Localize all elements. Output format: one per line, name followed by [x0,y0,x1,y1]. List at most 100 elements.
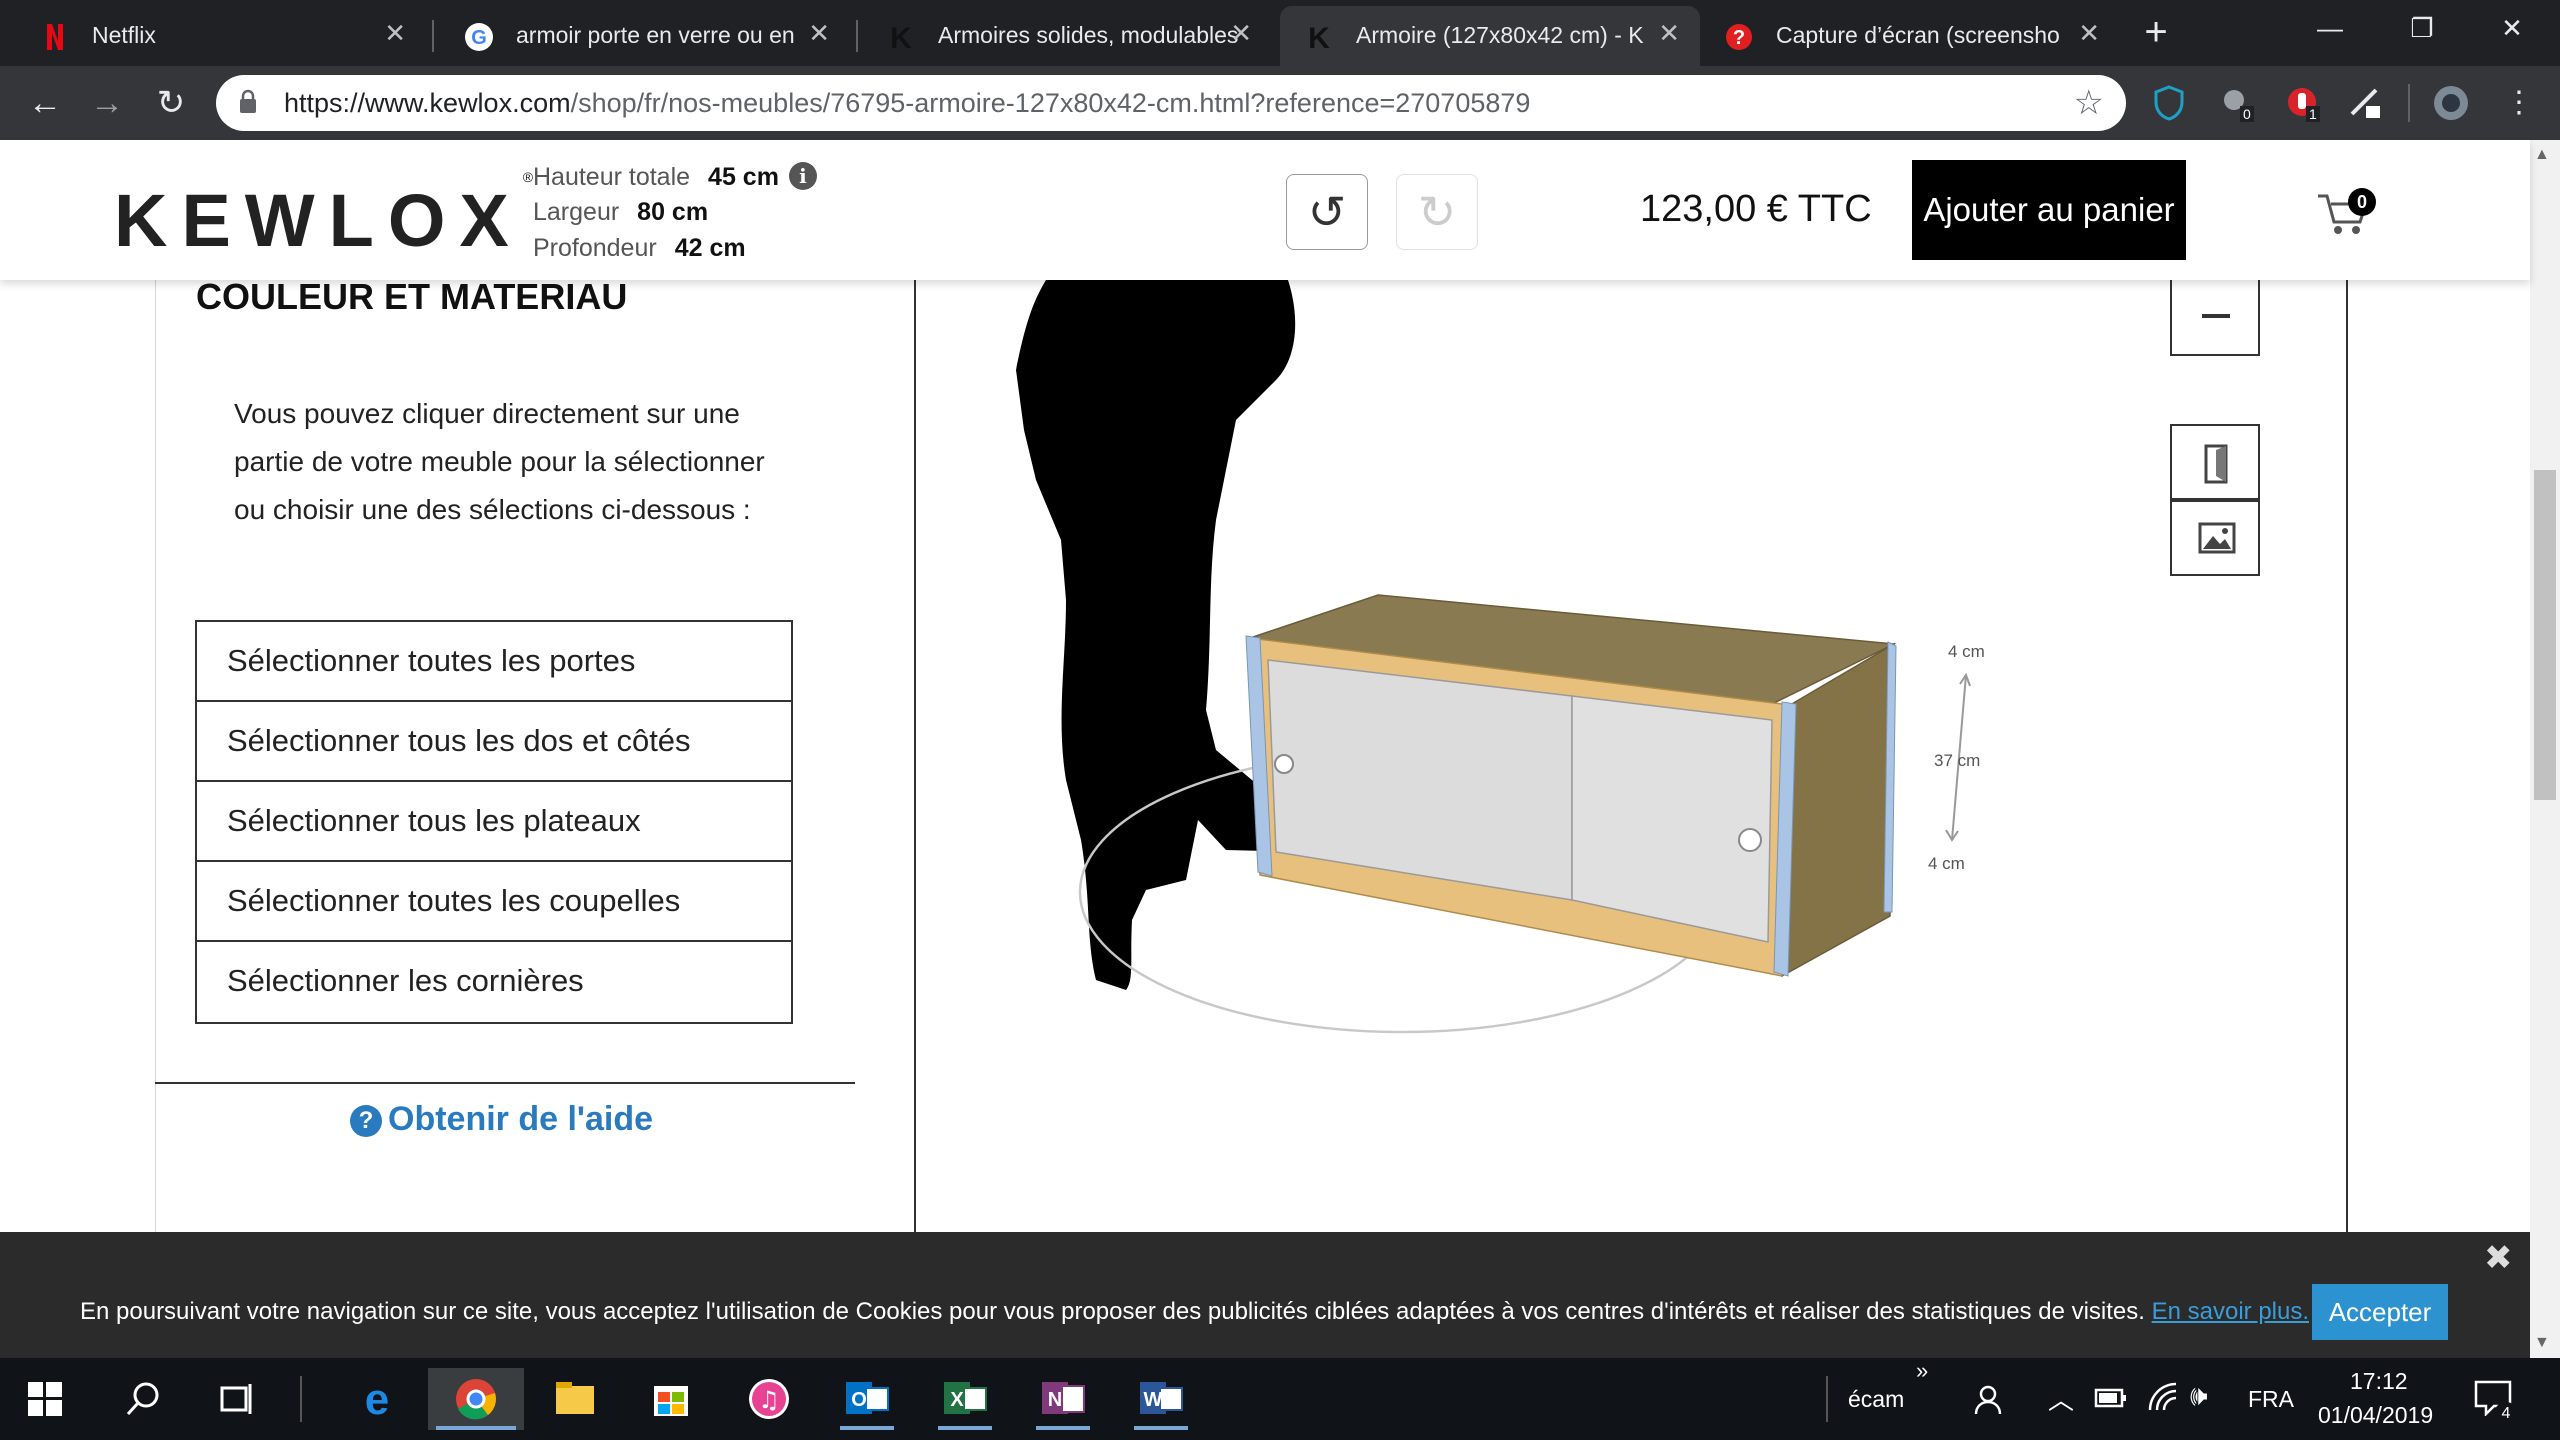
search-toolbar-label[interactable]: écam [1848,1386,1904,1413]
dimension-value: 42 cm [674,234,746,262]
registered-mark: ® [522,169,534,186]
dimension-value: 45 cm [708,163,779,191]
redo-button[interactable]: ↻ [1396,174,1478,250]
address-bar[interactable]: https://www.kewlox.com/shop/fr/nos-meubl… [216,75,2126,131]
pen-extension-icon[interactable] [2346,84,2384,122]
divider [155,1082,855,1084]
zoom-out-button[interactable] [2170,280,2260,356]
info-icon[interactable]: i [788,162,817,190]
help-question-icon: ? [1726,24,1752,50]
battery-icon[interactable] [2094,1386,2128,1410]
cookie-banner: ✖ En poursuivant votre navigation sur ce… [0,1232,2530,1358]
door-icon [2204,444,2228,484]
language-indicator[interactable]: FRA [2248,1386,2294,1413]
svg-text:K: K [890,22,912,52]
reload-icon[interactable]: ↻ [146,78,196,128]
forward-arrow-icon[interactable]: → [82,78,132,128]
scrollbar-thumb[interactable] [2534,470,2556,800]
undo-button[interactable]: ↺ [1286,174,1368,250]
profile-avatar-icon[interactable] [2432,84,2470,122]
bookmark-star-icon[interactable]: ☆ [2074,83,2104,123]
scroll-up-arrow-icon[interactable]: ▲ [2534,146,2550,164]
image-icon [2198,522,2236,554]
windows-start-icon[interactable] [28,1382,62,1416]
lock-icon [240,89,256,113]
cookie-text: En poursuivant votre navigation sur ce s… [80,1298,2309,1326]
chrome-browser-icon[interactable] [428,1368,524,1430]
clock-time[interactable]: 17:12 [2350,1368,2408,1395]
tab-kewlox-armoires[interactable]: K Armoires solides, modulables ✕ [862,6,1272,66]
word-icon[interactable]: W [1126,1368,1196,1430]
logo-text: KEWLOX [114,179,523,262]
door-view-button[interactable] [2170,424,2260,500]
close-window-icon[interactable]: ✕ [2482,8,2542,48]
svg-text:e: e [365,1375,389,1424]
itunes-icon[interactable]: ♫ [734,1368,804,1430]
tab-google-search[interactable]: G armoir porte en verre ou en ✕ [440,6,850,66]
select-backs-sides-button[interactable]: Sélectionner tous les dos et côtés [197,702,791,782]
extension-badge: 0 [2240,106,2254,122]
tab-close-icon[interactable]: ✕ [384,18,406,49]
people-icon[interactable] [1974,1382,2010,1416]
tab-close-icon[interactable]: ✕ [2078,18,2100,49]
netflix-logo-icon [47,24,63,50]
dimension-width: Largeur 80 cm [533,198,708,227]
toolbar-chevron[interactable]: » [1916,1358,1928,1384]
microsoft-store-icon[interactable] [636,1368,706,1430]
help-link[interactable]: ? Obtenir de l'aide [350,1100,653,1139]
search-icon[interactable] [124,1380,162,1418]
back-arrow-icon[interactable]: ← [20,78,70,128]
new-tab-plus-icon[interactable]: + [2136,12,2176,54]
volume-icon[interactable]: 🕪 [2190,1380,2208,1413]
kewlox-k-logo-icon: K [890,22,912,52]
menu-kebab-icon[interactable]: ⋮ [2494,78,2544,128]
url-path: /shop/fr/nos-meubles/76795-armoire-127x8… [570,88,1531,118]
tab-close-icon[interactable]: ✕ [1230,18,1252,49]
extension-badge: 1 [2306,106,2320,122]
shield-extension-icon[interactable] [2150,84,2188,122]
dimension-label: Hauteur totale [533,163,691,191]
chevron-up-icon[interactable]: ︿ [2048,1380,2074,1417]
dimension-label-bottom: 4 cm [1928,854,1965,873]
kewlox-logo[interactable]: KEWLOX® [114,169,533,263]
svg-text:X: X [950,1389,964,1411]
door-knob-left [1274,754,1294,774]
onenote-icon[interactable]: N [1028,1368,1098,1430]
adblock-stop-icon[interactable]: 1 [2284,84,2322,122]
3d-scene[interactable]: 4 cm 37 cm 4 cm [916,280,2346,1232]
taskbar-divider [1826,1376,1828,1422]
door-knob-right [1738,828,1762,852]
cabinet-door-right[interactable] [1571,695,1773,943]
task-view-icon[interactable] [218,1382,254,1416]
svg-text:G: G [471,27,487,49]
dimension-height: Hauteur totale 45 cm i [533,162,817,192]
restore-window-icon[interactable]: ❐ [2392,8,2452,48]
select-all-doors-button[interactable]: Sélectionner toutes les portes [197,622,791,702]
outlook-icon[interactable]: O [832,1368,902,1430]
scroll-down-arrow-icon[interactable]: ▼ [2534,1334,2550,1352]
tab-kewlox-armoire-active[interactable]: K Armoire (127x80x42 cm) - K ✕ [1280,6,1700,66]
cabinet-right-side[interactable] [1781,642,1895,978]
help-link-label: Obtenir de l'aide [388,1100,654,1138]
edge-browser-icon[interactable]: e [342,1368,412,1430]
clock-date[interactable]: 01/04/2019 [2318,1402,2433,1429]
learn-more-link[interactable]: En savoir plus. [2152,1298,2309,1325]
image-view-button[interactable] [2170,500,2260,576]
excel-icon[interactable]: X [930,1368,1000,1430]
close-icon[interactable]: ✖ [2484,1238,2513,1278]
add-to-cart-button[interactable]: Ajouter au panier [1912,160,2186,260]
wifi-icon[interactable] [2148,1382,2180,1414]
extension-puzzle-icon[interactable]: 0 [2218,84,2256,122]
select-corners-button[interactable]: Sélectionner les cornières [197,942,791,1022]
tab-close-icon[interactable]: ✕ [1658,18,1680,49]
select-cups-button[interactable]: Sélectionner toutes les coupelles [197,862,791,942]
select-shelves-button[interactable]: Sélectionner tous les plateaux [197,782,791,862]
tab-close-icon[interactable]: ✕ [808,18,830,49]
tab-capture-ecran[interactable]: ? Capture d’écran (screensho ✕ [1700,6,2120,66]
tab-netflix[interactable]: Netflix ✕ [16,6,426,66]
minimize-window-icon[interactable]: — [2300,8,2360,48]
selection-list: Sélectionner toutes les portes Sélection… [195,620,793,1024]
furniture-3d-viewer[interactable]: 4 cm 37 cm 4 cm [914,276,2348,1232]
file-explorer-icon[interactable] [540,1368,610,1430]
accept-cookies-button[interactable]: Accepter [2312,1284,2448,1340]
